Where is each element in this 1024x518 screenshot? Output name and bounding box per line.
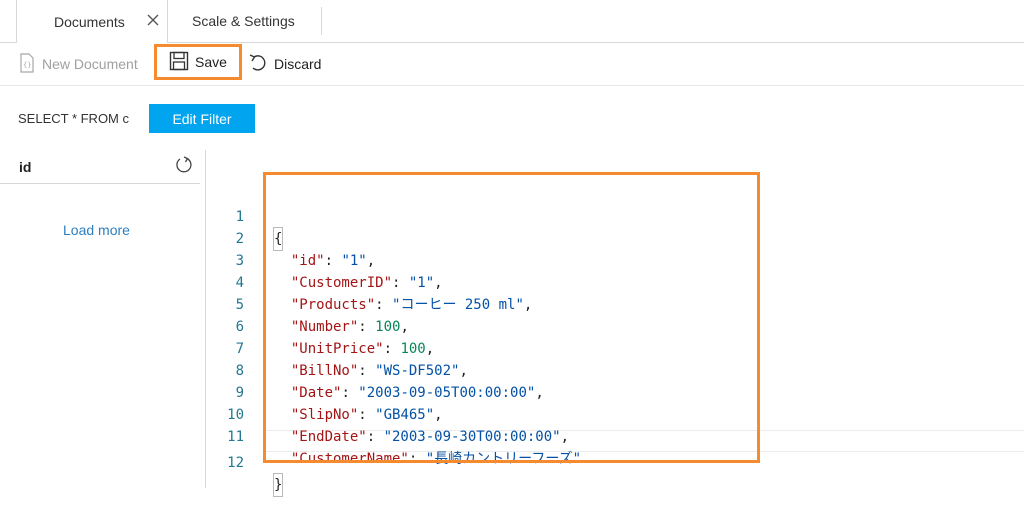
tab-bar: Documents Scale & Settings xyxy=(0,0,1024,43)
tab-documents[interactable]: Documents xyxy=(16,0,168,43)
editor-line: 12 } xyxy=(206,430,1024,497)
save-label: Save xyxy=(195,54,227,70)
editor-line: 5 "Number": 100, xyxy=(206,272,1024,335)
editor-line: 8 "Date": "2003-09-05T00:00:00", xyxy=(206,338,1024,401)
svg-text:{}: {} xyxy=(23,61,31,69)
discard-label: Discard xyxy=(274,56,322,72)
editor-line: 10 "EndDate": "2003-09-30T00:00:00", xyxy=(206,382,1024,445)
save-button[interactable]: Save xyxy=(154,44,242,80)
close-brace: } xyxy=(272,473,284,497)
json-key: "CustomerName" xyxy=(290,451,409,467)
undo-icon xyxy=(248,53,274,76)
load-more-link[interactable]: Load more xyxy=(63,222,130,238)
json-value: "長崎カントリーフーズ" xyxy=(425,451,582,467)
editor-line: 4 "Products": "コーヒー 250 ml", xyxy=(206,250,1024,313)
close-icon[interactable] xyxy=(145,12,161,28)
editor-line: 7 "BillNo": "WS-DF502", xyxy=(206,316,1024,379)
refresh-icon[interactable] xyxy=(175,156,193,179)
editor-line: 3 "CustomerID": "1", xyxy=(206,228,1024,291)
id-column-header: id xyxy=(0,150,200,184)
filter-query: SELECT * FROM c xyxy=(18,111,130,126)
editor-line: 11 "CustomerName": "長崎カントリーフーズ" xyxy=(206,404,1024,467)
new-document-icon: {} xyxy=(18,52,42,76)
new-document-label: New Document xyxy=(42,56,138,72)
save-icon xyxy=(169,51,195,74)
editor-line: 2 "id": "1", xyxy=(206,206,1024,269)
tab-scale-settings[interactable]: Scale & Settings xyxy=(168,7,322,35)
editor-line: 9 "SlipNo": "GB465", xyxy=(206,360,1024,423)
discard-button[interactable]: Discard xyxy=(248,43,321,85)
tab-scale-settings-label: Scale & Settings xyxy=(192,13,295,29)
new-document-button[interactable]: {} New Document xyxy=(18,43,138,85)
edit-filter-button[interactable]: Edit Filter xyxy=(149,104,255,133)
id-column-label: id xyxy=(19,159,32,175)
editor-line: 1 { xyxy=(206,184,1024,251)
editor-line: 6 "UnitPrice": 100, xyxy=(206,294,1024,357)
line-number: 12 xyxy=(227,455,244,471)
json-editor[interactable]: 1 { 2 "id": "1", 3 "CustomerID": "1", 4 … xyxy=(206,176,1024,497)
tab-documents-label: Documents xyxy=(54,13,125,30)
toolbar: {} New Document Save Discard xyxy=(0,43,1024,86)
